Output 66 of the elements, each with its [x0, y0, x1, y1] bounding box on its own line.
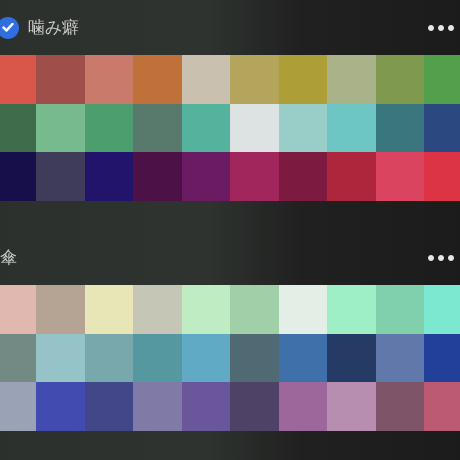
color-swatch[interactable]	[278, 285, 327, 334]
color-swatch[interactable]	[230, 382, 278, 431]
checkbox[interactable]	[0, 16, 19, 38]
color-swatch[interactable]	[182, 285, 230, 334]
color-swatch[interactable]	[0, 334, 36, 382]
color-swatch[interactable]	[424, 382, 460, 431]
color-swatch[interactable]	[327, 152, 376, 201]
more-icon[interactable]	[426, 252, 456, 262]
color-swatch[interactable]	[327, 104, 376, 152]
color-swatch[interactable]	[0, 55, 36, 104]
color-swatch[interactable]	[376, 382, 424, 431]
color-swatch[interactable]	[230, 55, 278, 104]
color-swatch[interactable]	[36, 104, 84, 152]
color-swatch[interactable]	[230, 152, 278, 201]
color-swatch[interactable]	[182, 334, 230, 382]
color-swatch[interactable]	[133, 152, 182, 201]
color-swatch[interactable]	[133, 285, 182, 334]
color-swatch[interactable]	[424, 104, 460, 152]
color-swatch[interactable]	[278, 334, 327, 382]
color-swatch[interactable]	[327, 334, 376, 382]
color-swatch[interactable]	[376, 334, 424, 382]
color-swatch[interactable]	[424, 334, 460, 382]
palette-title: 傘	[0, 247, 18, 269]
color-swatch[interactable]	[84, 104, 133, 152]
color-swatch[interactable]	[327, 55, 376, 104]
color-swatch[interactable]	[424, 55, 460, 104]
color-swatch[interactable]	[0, 104, 36, 152]
color-swatch[interactable]	[182, 152, 230, 201]
palette-title: 噛み癖	[28, 17, 80, 39]
color-swatch[interactable]	[278, 382, 327, 431]
color-swatch[interactable]	[0, 285, 36, 334]
color-swatch[interactable]	[182, 104, 230, 152]
more-icon[interactable]	[426, 22, 456, 32]
check-icon	[2, 23, 14, 32]
color-swatch[interactable]	[376, 104, 424, 152]
color-swatch[interactable]	[278, 55, 327, 104]
color-swatch[interactable]	[0, 152, 36, 201]
color-swatch[interactable]	[376, 285, 424, 334]
color-swatch[interactable]	[84, 285, 133, 334]
color-swatch[interactable]	[133, 104, 182, 152]
color-swatch[interactable]	[230, 104, 278, 152]
color-swatch[interactable]	[84, 152, 133, 201]
color-swatch[interactable]	[230, 334, 278, 382]
color-swatch[interactable]	[36, 334, 84, 382]
color-swatch[interactable]	[278, 152, 327, 201]
color-swatch[interactable]	[133, 334, 182, 382]
color-swatch[interactable]	[36, 285, 84, 334]
color-swatch[interactable]	[182, 55, 230, 104]
color-swatch[interactable]	[376, 55, 424, 104]
color-swatch[interactable]	[376, 152, 424, 201]
color-swatch[interactable]	[182, 382, 230, 431]
color-swatch[interactable]	[36, 152, 84, 201]
color-swatch[interactable]	[327, 285, 376, 334]
color-swatch[interactable]	[0, 382, 36, 431]
color-swatch[interactable]	[133, 382, 182, 431]
color-swatch[interactable]	[36, 55, 84, 104]
color-swatch[interactable]	[84, 334, 133, 382]
color-swatch[interactable]	[133, 55, 182, 104]
color-swatch[interactable]	[84, 382, 133, 431]
color-swatch[interactable]	[424, 285, 460, 334]
color-swatch[interactable]	[278, 104, 327, 152]
color-swatch[interactable]	[424, 152, 460, 201]
color-swatch[interactable]	[230, 285, 278, 334]
color-swatch[interactable]	[327, 382, 376, 431]
color-swatch[interactable]	[84, 55, 133, 104]
color-swatch[interactable]	[36, 382, 84, 431]
